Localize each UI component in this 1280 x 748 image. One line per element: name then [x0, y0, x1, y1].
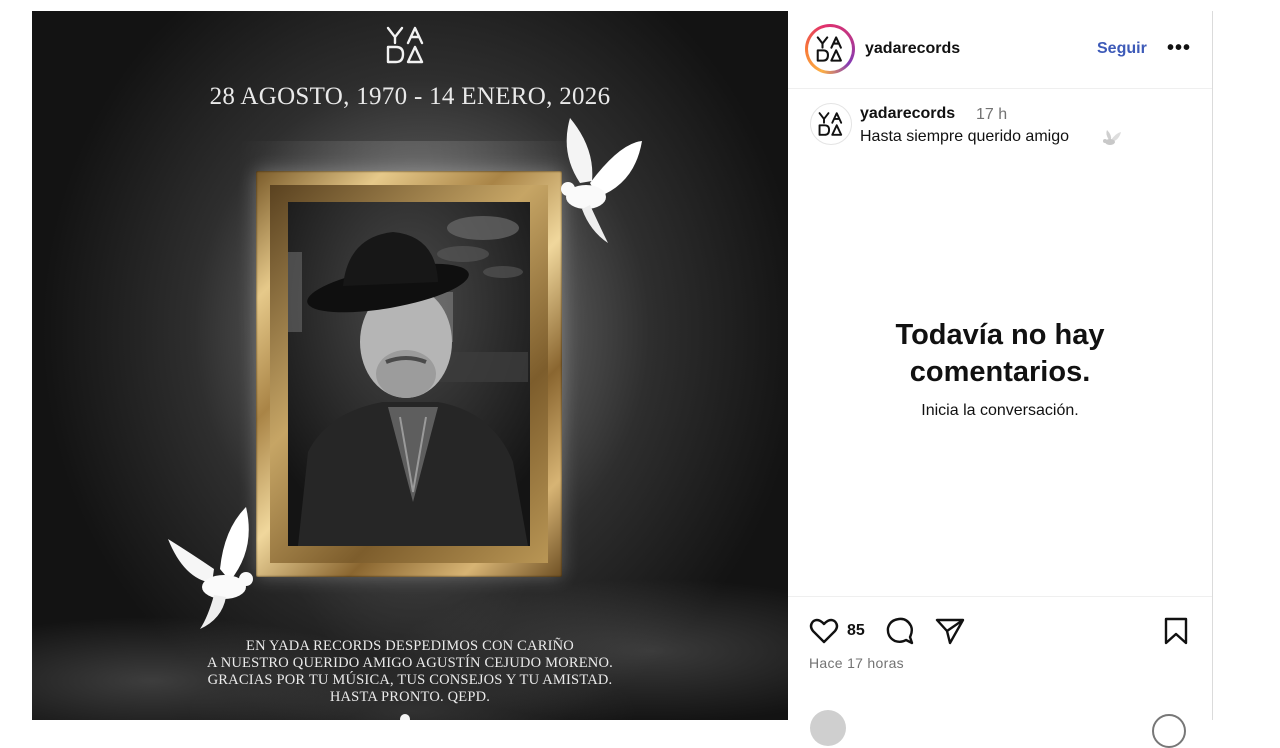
memorial-dates: 28 AGOSTO, 1970 - 14 ENERO, 2026 — [209, 83, 611, 110]
heart-icon[interactable] — [808, 615, 840, 647]
header-username[interactable]: yadarecords — [865, 40, 960, 58]
action-bar: 85 Hace 17 horas — [788, 596, 1212, 748]
caption-timestamp[interactable]: 17 h — [976, 106, 1007, 124]
memorial-message: EN YADA RECORDS DESPEDIMOS CON CARIÑO A … — [32, 638, 788, 706]
carousel-indicator[interactable] — [400, 714, 410, 720]
yada-logo-icon — [818, 112, 843, 136]
caption-avatar[interactable] — [810, 103, 852, 145]
yada-logo-icon — [816, 36, 842, 62]
post-image[interactable]: 28 AGOSTO, 1970 - 14 ENERO, 2026 EN YADA… — [32, 11, 788, 720]
follow-button[interactable]: Seguir — [1097, 40, 1147, 58]
share-icon[interactable] — [934, 615, 966, 647]
bookmark-icon[interactable] — [1160, 615, 1192, 647]
current-user-avatar — [810, 710, 846, 746]
gold-frame — [256, 171, 562, 577]
dove-icon — [561, 118, 642, 243]
message-line: HASTA PRONTO. QEPD. — [329, 689, 491, 705]
dove-icon — [1103, 130, 1121, 145]
avatar — [808, 27, 852, 71]
caption-username[interactable]: yadarecords — [860, 105, 955, 123]
dove-icon — [168, 507, 253, 629]
no-comments-subtitle: Inicia la conversación. — [921, 402, 1079, 419]
story-ring-avatar[interactable] — [805, 24, 855, 74]
yada-logo-icon — [386, 26, 424, 64]
like-count[interactable]: 85 — [847, 622, 865, 640]
message-line: EN YADA RECORDS DESPEDIMOS CON CARIÑO — [246, 638, 574, 654]
post-header: yadarecords Seguir ••• — [788, 11, 1212, 89]
comment-icon[interactable] — [884, 615, 916, 647]
post-time-ago[interactable]: Hace 17 horas — [809, 655, 904, 671]
emoji-icon[interactable] — [1152, 714, 1186, 748]
caption-text: Hasta siempre querido amigo — [860, 128, 1069, 145]
post-side-panel: yadarecords Seguir ••• yadarecords 17 h … — [788, 11, 1213, 748]
no-comments-title-line: Todavía no hay — [895, 319, 1105, 351]
more-options-icon[interactable]: ••• — [1167, 37, 1191, 60]
no-comments-title-line: comentarios. — [909, 356, 1091, 388]
portrait-photo — [288, 202, 530, 546]
no-comments-title: Todavía no hay comentarios. — [788, 317, 1212, 391]
message-line: GRACIAS POR TU MÚSICA, TUS CONSEJOS Y TU… — [207, 672, 613, 688]
message-line: A NUESTRO QUERIDO AMIGO AGUSTÍN CEJUDO M… — [207, 655, 613, 671]
